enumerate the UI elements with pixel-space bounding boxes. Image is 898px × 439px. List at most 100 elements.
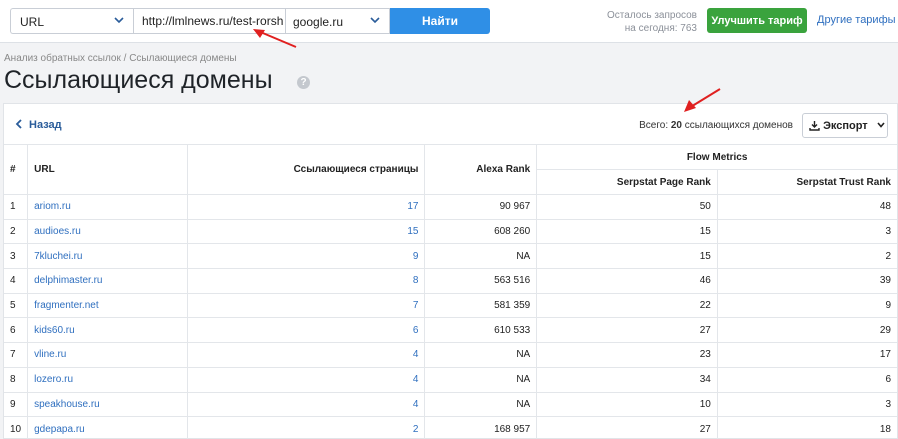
chevron-left-icon [15,119,22,129]
row-alexa-rank: 168 957 [424,416,538,439]
search-engine-select[interactable]: google.ru [286,8,390,34]
total-number: 20 [670,120,682,131]
back-link[interactable]: Назад [15,119,62,131]
row-pages-link[interactable]: 4 [413,349,419,360]
row-domain-link[interactable]: speakhouse.ru [34,399,100,410]
upgrade-plan-button[interactable]: Улучшить тариф [707,8,807,33]
row-domain-link[interactable]: delphimaster.ru [34,275,102,286]
total-prefix: Всего: [639,120,669,131]
table-row: 8 lozero.ru 4 NA 34 6 [4,366,897,393]
row-domain-link[interactable]: audioes.ru [34,226,81,237]
table-row: 9 speakhouse.ru 4 NA 10 3 [4,391,897,418]
chevron-down-icon [877,121,885,128]
col-header-page-rank[interactable]: Serpstat Page Rank [536,169,718,195]
row-pages-link[interactable]: 4 [413,399,419,410]
row-domain-link[interactable]: kids60.ru [34,325,75,336]
row-index: 4 [4,268,29,294]
row-index: 3 [4,243,29,270]
download-icon [809,120,820,131]
row-trust-rank: 48 [716,194,897,220]
top-search-bar: URL google.ru Найти Осталось запросов на… [0,0,898,43]
row-pages-link[interactable]: 15 [407,226,418,237]
quota-line-2: на сегодня: 763 [624,23,697,34]
row-page-rank: 22 [536,292,718,319]
table-cell: 8 [186,268,426,294]
search-engine-value: google.ru [293,15,344,29]
row-domain-link[interactable]: gdepapa.ru [34,424,85,435]
row-pages-link[interactable]: 17 [407,201,418,212]
search-type-value: URL [20,15,45,29]
row-domain-link[interactable]: vline.ru [34,349,66,360]
table-cell: 4 [186,342,426,368]
row-alexa-rank: 563 516 [424,268,538,294]
referring-domains-table: # URL Ссылающиеся страницы Alexa Rank Fl… [4,144,897,439]
row-domain-link[interactable]: ariom.ru [34,201,71,212]
total-suffix: ссылающихся доменов [684,120,793,131]
other-plans-link[interactable]: Другие тарифы [817,14,896,26]
table-cell: 2 [186,416,426,439]
row-index: 6 [4,317,29,344]
row-page-rank: 23 [536,342,718,368]
table-cell: audioes.ru [27,218,188,245]
row-trust-rank: 6 [716,366,897,393]
row-trust-rank: 2 [716,243,897,270]
row-index: 9 [4,391,29,418]
col-header-url[interactable]: URL [27,144,188,195]
find-button[interactable]: Найти [390,8,490,34]
export-label: Экспорт [823,119,868,132]
col-header-trust-rank[interactable]: Serpstat Trust Rank [716,169,897,195]
row-alexa-rank: 608 260 [424,218,538,245]
row-trust-rank: 17 [716,342,897,368]
row-alexa-rank: NA [424,243,538,270]
table-row: 7 vline.ru 4 NA 23 17 [4,342,897,368]
row-page-rank: 46 [536,268,718,294]
table-cell: 7 [186,292,426,319]
row-trust-rank: 18 [716,416,897,439]
row-domain-link[interactable]: fragmenter.net [34,300,98,311]
export-button[interactable]: Экспорт [802,113,888,138]
row-alexa-rank: NA [424,342,538,368]
col-header-pages[interactable]: Ссылающиеся страницы [186,144,426,195]
table-cell: gdepapa.ru [27,416,188,439]
row-pages-link[interactable]: 8 [413,275,419,286]
total-count: Всего: 20 ссылающихся доменов [639,120,793,131]
table-cell: 17 [186,194,426,220]
table-cell: ariom.ru [27,194,188,220]
table-row: 1 ariom.ru 17 90 967 50 48 [4,194,897,220]
row-pages-link[interactable]: 9 [413,251,419,262]
row-pages-link[interactable]: 7 [413,300,419,311]
table-cell: 7kluchei.ru [27,243,188,270]
table-row: 10 gdepapa.ru 2 168 957 27 18 [4,416,897,439]
col-header-flow-metrics: Flow Metrics [536,144,897,170]
row-index: 2 [4,218,29,245]
help-icon[interactable]: ? [297,76,310,89]
table-cell: fragmenter.net [27,292,188,319]
table-cell: 6 [186,317,426,344]
row-page-rank: 15 [536,243,718,270]
table-row: 2 audioes.ru 15 608 260 15 3 [4,218,897,245]
search-type-select[interactable]: URL [10,8,133,34]
quota-info: Осталось запросов на сегодня: 763 [607,9,697,35]
row-index: 1 [4,194,29,220]
row-domain-link[interactable]: 7kluchei.ru [34,251,82,262]
row-alexa-rank: 90 967 [424,194,538,220]
col-header-alexa[interactable]: Alexa Rank [424,144,538,195]
row-pages-link[interactable]: 2 [413,424,419,435]
row-page-rank: 15 [536,218,718,245]
row-page-rank: 50 [536,194,718,220]
row-trust-rank: 3 [716,218,897,245]
table-cell: vline.ru [27,342,188,368]
table-cell: 15 [186,218,426,245]
row-trust-rank: 29 [716,317,897,344]
table-cell: 4 [186,391,426,418]
row-page-rank: 27 [536,416,718,439]
table-cell: 9 [186,243,426,270]
table-cell: speakhouse.ru [27,391,188,418]
row-trust-rank: 9 [716,292,897,319]
table-row: 6 kids60.ru 6 610 533 27 29 [4,317,897,344]
row-domain-link[interactable]: lozero.ru [34,374,73,385]
row-pages-link[interactable]: 4 [413,374,419,385]
row-alexa-rank: 610 533 [424,317,538,344]
url-input[interactable] [133,8,286,34]
row-pages-link[interactable]: 6 [413,325,419,336]
